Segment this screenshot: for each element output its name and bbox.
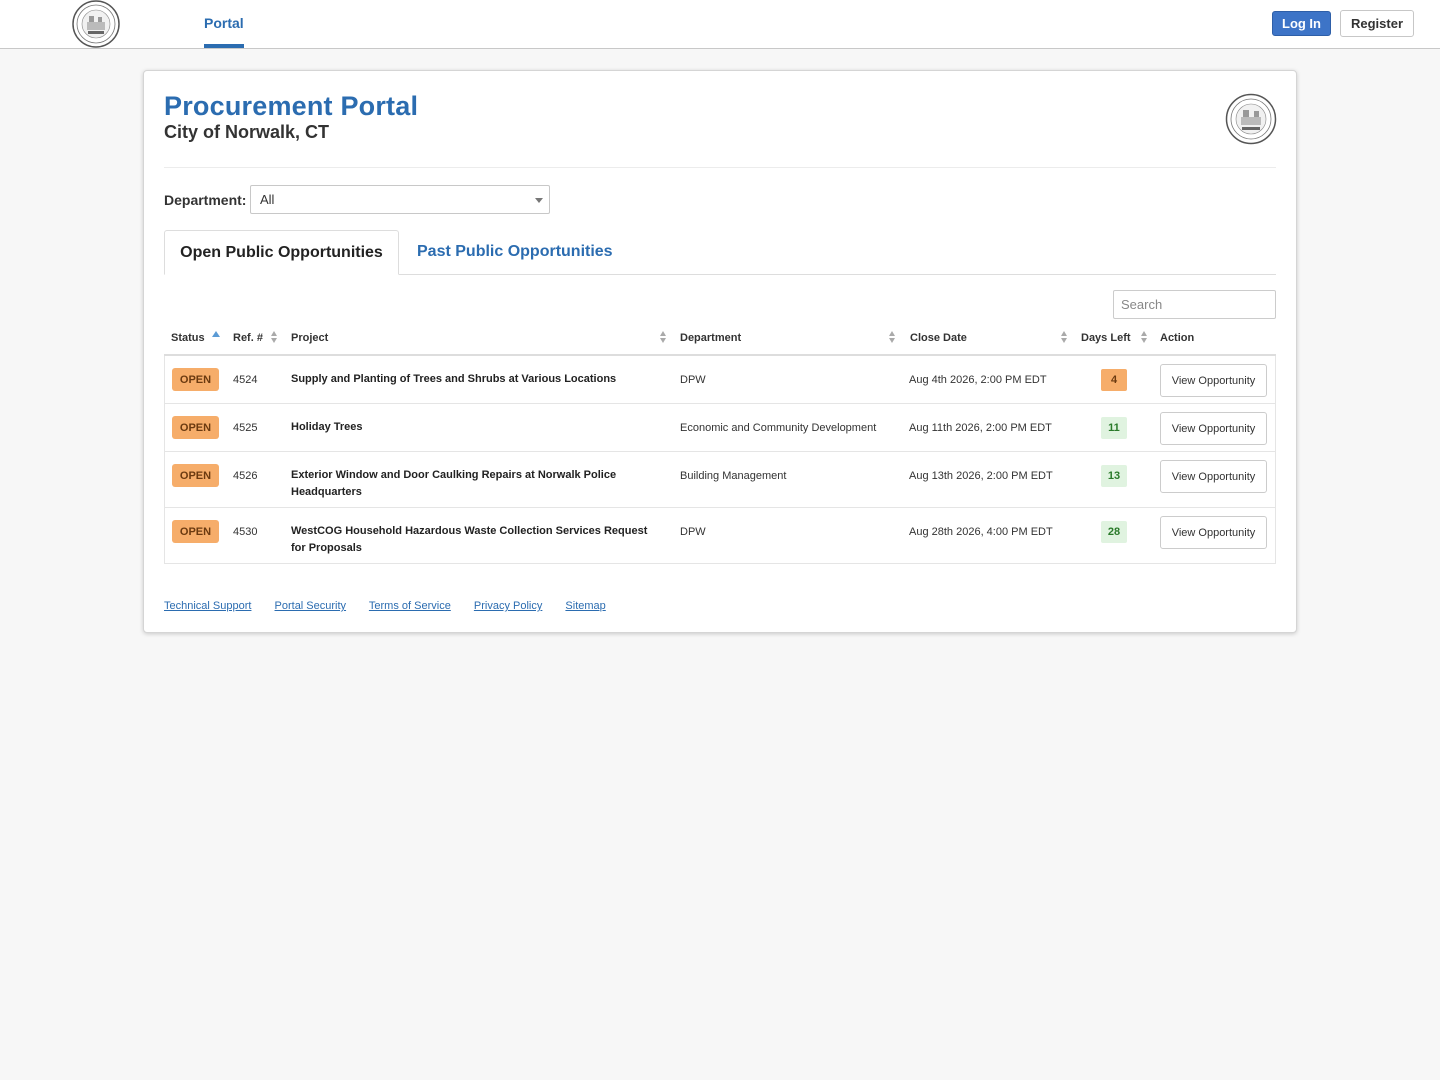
sort-icon[interactable] <box>889 331 896 345</box>
footer-link-privacy-policy[interactable]: Privacy Policy <box>474 600 542 612</box>
table-row: OPEN 4524 Supply and Planting of Trees a… <box>165 356 1275 404</box>
close-date: Aug 11th 2026, 2:00 PM EDT <box>909 422 1052 434</box>
status-badge: OPEN <box>172 416 219 439</box>
header-divider <box>164 167 1276 168</box>
view-opportunity-button[interactable]: View Opportunity <box>1160 412 1267 445</box>
department-name: DPW <box>680 526 706 538</box>
sort-icon[interactable] <box>1141 331 1148 345</box>
department-filter-label: Department: <box>164 192 247 208</box>
view-opportunity-button[interactable]: View Opportunity <box>1160 364 1267 397</box>
ref-number: 4526 <box>233 470 258 482</box>
project-title: Exterior Window and Door Caulking Repair… <box>291 469 617 498</box>
days-left-badge: 13 <box>1101 465 1127 487</box>
city-seal-logo-icon[interactable] <box>71 0 121 48</box>
view-opportunity-button[interactable]: View Opportunity <box>1160 516 1267 549</box>
header-project[interactable]: Project <box>291 332 328 344</box>
department-name: Economic and Community Development <box>680 422 877 434</box>
header-status[interactable]: Status <box>171 332 205 344</box>
department-select-value: All <box>260 192 275 207</box>
days-left-badge: 11 <box>1101 417 1127 439</box>
header-close-date[interactable]: Close Date <box>910 332 967 344</box>
portal-card: Procurement Portal City of Norwalk, CT D… <box>143 70 1297 633</box>
table-row: OPEN 4526 Exterior Window and Door Caulk… <box>165 452 1275 508</box>
header-department[interactable]: Department <box>680 332 741 344</box>
tab-open-opportunities[interactable]: Open Public Opportunities <box>164 230 399 275</box>
close-date: Aug 28th 2026, 4:00 PM EDT <box>909 526 1053 538</box>
nav-tab-portal[interactable]: Portal <box>204 15 244 31</box>
days-left-badge: 4 <box>1101 369 1127 391</box>
view-opportunity-button[interactable]: View Opportunity <box>1160 460 1267 493</box>
close-date: Aug 4th 2026, 2:00 PM EDT <box>909 374 1047 386</box>
footer-link-terms-of-service[interactable]: Terms of Service <box>369 600 451 612</box>
top-navbar: Portal Log In Register <box>0 0 1440 49</box>
header-ref[interactable]: Ref. # <box>233 332 263 344</box>
nav-tab-active-indicator <box>204 44 244 48</box>
caret-down-icon <box>535 198 543 203</box>
status-badge: OPEN <box>172 368 219 391</box>
tab-past-opportunities[interactable]: Past Public Opportunities <box>417 243 613 261</box>
sort-asc-icon[interactable] <box>212 331 220 337</box>
header-action: Action <box>1160 332 1195 344</box>
department-select[interactable]: All <box>250 185 550 214</box>
status-badge: OPEN <box>172 520 219 543</box>
table-header: Status Ref. # Project Department Close D… <box>164 327 1276 356</box>
footer-links: Technical Support Portal Security Terms … <box>164 600 626 612</box>
status-badge: OPEN <box>172 464 219 487</box>
sort-icon[interactable] <box>1061 331 1068 345</box>
ref-number: 4524 <box>233 374 258 386</box>
search-input[interactable] <box>1113 290 1276 319</box>
department-name: DPW <box>680 374 706 386</box>
header-days-left[interactable]: Days Left <box>1081 332 1131 344</box>
register-button[interactable]: Register <box>1340 10 1414 37</box>
sort-icon[interactable] <box>271 331 278 345</box>
project-title: WestCOG Household Hazardous Waste Collec… <box>291 525 648 554</box>
project-title: Supply and Planting of Trees and Shrubs … <box>291 373 617 385</box>
login-button[interactable]: Log In <box>1272 11 1331 36</box>
page-subtitle: City of Norwalk, CT <box>164 122 330 142</box>
project-title: Holiday Trees <box>291 421 363 433</box>
ref-number: 4530 <box>233 526 258 538</box>
footer-link-portal-security[interactable]: Portal Security <box>275 600 347 612</box>
close-date: Aug 13th 2026, 2:00 PM EDT <box>909 470 1053 482</box>
page-title: Procurement Portal <box>164 91 419 121</box>
table-body: OPEN 4524 Supply and Planting of Trees a… <box>164 356 1276 564</box>
ref-number: 4525 <box>233 422 258 434</box>
table-row: OPEN 4530 WestCOG Household Hazardous Wa… <box>165 508 1275 564</box>
sort-icon[interactable] <box>660 331 667 345</box>
footer-link-technical-support[interactable]: Technical Support <box>164 600 251 612</box>
table-row: OPEN 4525 Holiday Trees Economic and Com… <box>165 404 1275 452</box>
footer-link-sitemap[interactable]: Sitemap <box>565 600 605 612</box>
department-name: Building Management <box>680 470 787 482</box>
days-left-badge: 28 <box>1101 521 1127 543</box>
city-seal-icon <box>1225 93 1277 145</box>
